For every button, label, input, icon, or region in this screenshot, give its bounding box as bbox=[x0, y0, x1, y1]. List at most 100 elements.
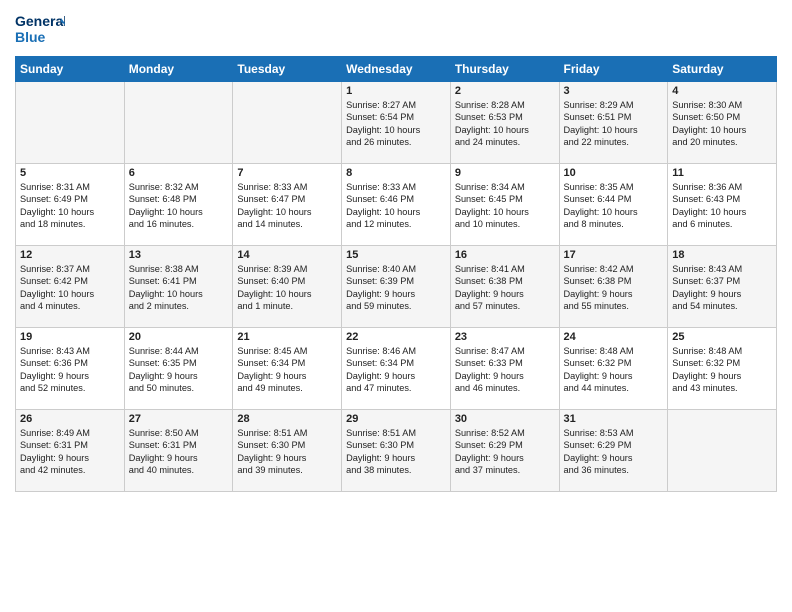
calendar-cell: 22 Sunrise: 8:46 AM Sunset: 6:34 PM Dayli… bbox=[342, 328, 451, 410]
calendar-cell: 25 Sunrise: 8:48 AM Sunset: 6:32 PM Dayli… bbox=[668, 328, 777, 410]
day-number: 2 bbox=[455, 85, 555, 97]
svg-text:General: General bbox=[15, 13, 65, 29]
day-number: 25 bbox=[672, 331, 772, 343]
calendar-cell: 3 Sunrise: 8:29 AM Sunset: 6:51 PM Daylig… bbox=[559, 82, 668, 164]
calendar-cell: 11 Sunrise: 8:36 AM Sunset: 6:43 PM Dayli… bbox=[668, 164, 777, 246]
day-number: 23 bbox=[455, 331, 555, 343]
header: General Blue bbox=[15, 10, 777, 48]
calendar-cell: 30 Sunrise: 8:52 AM Sunset: 6:29 PM Dayli… bbox=[450, 410, 559, 492]
calendar-table: SundayMondayTuesdayWednesdayThursdayFrid… bbox=[15, 56, 777, 492]
calendar-cell: 13 Sunrise: 8:38 AM Sunset: 6:41 PM Dayli… bbox=[124, 246, 233, 328]
calendar-cell: 9 Sunrise: 8:34 AM Sunset: 6:45 PM Daylig… bbox=[450, 164, 559, 246]
calendar-cell: 8 Sunrise: 8:33 AM Sunset: 6:46 PM Daylig… bbox=[342, 164, 451, 246]
day-number: 10 bbox=[564, 167, 664, 179]
logo: General Blue bbox=[15, 10, 65, 48]
day-content: Sunrise: 8:40 AM Sunset: 6:39 PM Dayligh… bbox=[346, 263, 446, 313]
day-number: 22 bbox=[346, 331, 446, 343]
calendar-cell: 27 Sunrise: 8:50 AM Sunset: 6:31 PM Dayli… bbox=[124, 410, 233, 492]
week-row-5: 26 Sunrise: 8:49 AM Sunset: 6:31 PM Dayli… bbox=[16, 410, 777, 492]
calendar-cell bbox=[668, 410, 777, 492]
calendar-cell: 18Sunrise: 8:43 AM Sunset: 6:37 PM Dayli… bbox=[668, 246, 777, 328]
header-thursday: Thursday bbox=[450, 57, 559, 82]
day-number: 1 bbox=[346, 85, 446, 97]
day-number: 3 bbox=[564, 85, 664, 97]
calendar-header: SundayMondayTuesdayWednesdayThursdayFrid… bbox=[16, 57, 777, 82]
day-number: 8 bbox=[346, 167, 446, 179]
day-content: Sunrise: 8:46 AM Sunset: 6:34 PM Dayligh… bbox=[346, 345, 446, 395]
day-content: Sunrise: 8:52 AM Sunset: 6:29 PM Dayligh… bbox=[455, 427, 555, 477]
day-content: Sunrise: 8:30 AM Sunset: 6:50 PM Dayligh… bbox=[672, 99, 772, 149]
calendar-cell: 15 Sunrise: 8:40 AM Sunset: 6:39 PM Dayli… bbox=[342, 246, 451, 328]
day-content: Sunrise: 8:43 AM Sunset: 6:37 PM Dayligh… bbox=[672, 263, 772, 313]
calendar-cell: 16 Sunrise: 8:41 AM Sunset: 6:38 PM Dayli… bbox=[450, 246, 559, 328]
day-content: Sunrise: 8:27 AM Sunset: 6:54 PM Dayligh… bbox=[346, 99, 446, 149]
day-content: Sunrise: 8:37 AM Sunset: 6:42 PM Dayligh… bbox=[20, 263, 120, 313]
calendar-cell: 20Sunrise: 8:44 AM Sunset: 6:35 PM Dayli… bbox=[124, 328, 233, 410]
day-content: Sunrise: 8:39 AM Sunset: 6:40 PM Dayligh… bbox=[237, 263, 337, 313]
week-row-3: 12Sunrise: 8:37 AM Sunset: 6:42 PM Dayli… bbox=[16, 246, 777, 328]
svg-text:Blue: Blue bbox=[15, 29, 46, 45]
header-saturday: Saturday bbox=[668, 57, 777, 82]
day-content: Sunrise: 8:51 AM Sunset: 6:30 PM Dayligh… bbox=[346, 427, 446, 477]
header-sunday: Sunday bbox=[16, 57, 125, 82]
day-number: 26 bbox=[20, 413, 120, 425]
day-number: 11 bbox=[672, 167, 772, 179]
calendar-cell: 17Sunrise: 8:42 AM Sunset: 6:38 PM Dayli… bbox=[559, 246, 668, 328]
calendar-cell: 12Sunrise: 8:37 AM Sunset: 6:42 PM Dayli… bbox=[16, 246, 125, 328]
day-content: Sunrise: 8:48 AM Sunset: 6:32 PM Dayligh… bbox=[672, 345, 772, 395]
day-content: Sunrise: 8:43 AM Sunset: 6:36 PM Dayligh… bbox=[20, 345, 120, 395]
week-row-4: 19Sunrise: 8:43 AM Sunset: 6:36 PM Dayli… bbox=[16, 328, 777, 410]
day-number: 17 bbox=[564, 249, 664, 261]
calendar-cell: 28 Sunrise: 8:51 AM Sunset: 6:30 PM Dayli… bbox=[233, 410, 342, 492]
calendar-cell: 10Sunrise: 8:35 AM Sunset: 6:44 PM Dayli… bbox=[559, 164, 668, 246]
logo-svg: General Blue bbox=[15, 10, 65, 48]
calendar-cell: 29 Sunrise: 8:51 AM Sunset: 6:30 PM Dayli… bbox=[342, 410, 451, 492]
day-number: 31 bbox=[564, 413, 664, 425]
day-number: 14 bbox=[237, 249, 337, 261]
day-number: 27 bbox=[129, 413, 229, 425]
calendar-cell: 14 Sunrise: 8:39 AM Sunset: 6:40 PM Dayli… bbox=[233, 246, 342, 328]
calendar-cell: 7Sunrise: 8:33 AM Sunset: 6:47 PM Daylig… bbox=[233, 164, 342, 246]
calendar-body: 1 Sunrise: 8:27 AM Sunset: 6:54 PM Daylig… bbox=[16, 82, 777, 492]
week-row-1: 1 Sunrise: 8:27 AM Sunset: 6:54 PM Daylig… bbox=[16, 82, 777, 164]
header-monday: Monday bbox=[124, 57, 233, 82]
day-number: 28 bbox=[237, 413, 337, 425]
day-content: Sunrise: 8:31 AM Sunset: 6:49 PM Dayligh… bbox=[20, 181, 120, 231]
calendar-cell: 31 Sunrise: 8:53 AM Sunset: 6:29 PM Dayli… bbox=[559, 410, 668, 492]
day-content: Sunrise: 8:47 AM Sunset: 6:33 PM Dayligh… bbox=[455, 345, 555, 395]
day-number: 9 bbox=[455, 167, 555, 179]
day-number: 15 bbox=[346, 249, 446, 261]
day-content: Sunrise: 8:29 AM Sunset: 6:51 PM Dayligh… bbox=[564, 99, 664, 149]
day-content: Sunrise: 8:33 AM Sunset: 6:47 PM Dayligh… bbox=[237, 181, 337, 231]
calendar-cell: 19Sunrise: 8:43 AM Sunset: 6:36 PM Dayli… bbox=[16, 328, 125, 410]
day-content: Sunrise: 8:33 AM Sunset: 6:46 PM Dayligh… bbox=[346, 181, 446, 231]
header-tuesday: Tuesday bbox=[233, 57, 342, 82]
day-content: Sunrise: 8:36 AM Sunset: 6:43 PM Dayligh… bbox=[672, 181, 772, 231]
day-number: 16 bbox=[455, 249, 555, 261]
day-number: 13 bbox=[129, 249, 229, 261]
day-content: Sunrise: 8:38 AM Sunset: 6:41 PM Dayligh… bbox=[129, 263, 229, 313]
day-content: Sunrise: 8:51 AM Sunset: 6:30 PM Dayligh… bbox=[237, 427, 337, 477]
day-content: Sunrise: 8:49 AM Sunset: 6:31 PM Dayligh… bbox=[20, 427, 120, 477]
day-content: Sunrise: 8:53 AM Sunset: 6:29 PM Dayligh… bbox=[564, 427, 664, 477]
calendar-cell: 23 Sunrise: 8:47 AM Sunset: 6:33 PM Dayli… bbox=[450, 328, 559, 410]
page: General Blue SundayMondayTuesdayWednesda… bbox=[0, 0, 792, 612]
day-content: Sunrise: 8:45 AM Sunset: 6:34 PM Dayligh… bbox=[237, 345, 337, 395]
day-content: Sunrise: 8:34 AM Sunset: 6:45 PM Dayligh… bbox=[455, 181, 555, 231]
day-content: Sunrise: 8:32 AM Sunset: 6:48 PM Dayligh… bbox=[129, 181, 229, 231]
calendar-cell bbox=[124, 82, 233, 164]
day-content: Sunrise: 8:50 AM Sunset: 6:31 PM Dayligh… bbox=[129, 427, 229, 477]
calendar-cell: 4 Sunrise: 8:30 AM Sunset: 6:50 PM Daylig… bbox=[668, 82, 777, 164]
header-row: SundayMondayTuesdayWednesdayThursdayFrid… bbox=[16, 57, 777, 82]
calendar-cell: 6 Sunrise: 8:32 AM Sunset: 6:48 PM Daylig… bbox=[124, 164, 233, 246]
day-content: Sunrise: 8:41 AM Sunset: 6:38 PM Dayligh… bbox=[455, 263, 555, 313]
calendar-cell: 5Sunrise: 8:31 AM Sunset: 6:49 PM Daylig… bbox=[16, 164, 125, 246]
day-number: 20 bbox=[129, 331, 229, 343]
calendar-cell: 1 Sunrise: 8:27 AM Sunset: 6:54 PM Daylig… bbox=[342, 82, 451, 164]
day-number: 30 bbox=[455, 413, 555, 425]
day-number: 4 bbox=[672, 85, 772, 97]
day-number: 6 bbox=[129, 167, 229, 179]
calendar-cell bbox=[233, 82, 342, 164]
week-row-2: 5Sunrise: 8:31 AM Sunset: 6:49 PM Daylig… bbox=[16, 164, 777, 246]
day-number: 29 bbox=[346, 413, 446, 425]
